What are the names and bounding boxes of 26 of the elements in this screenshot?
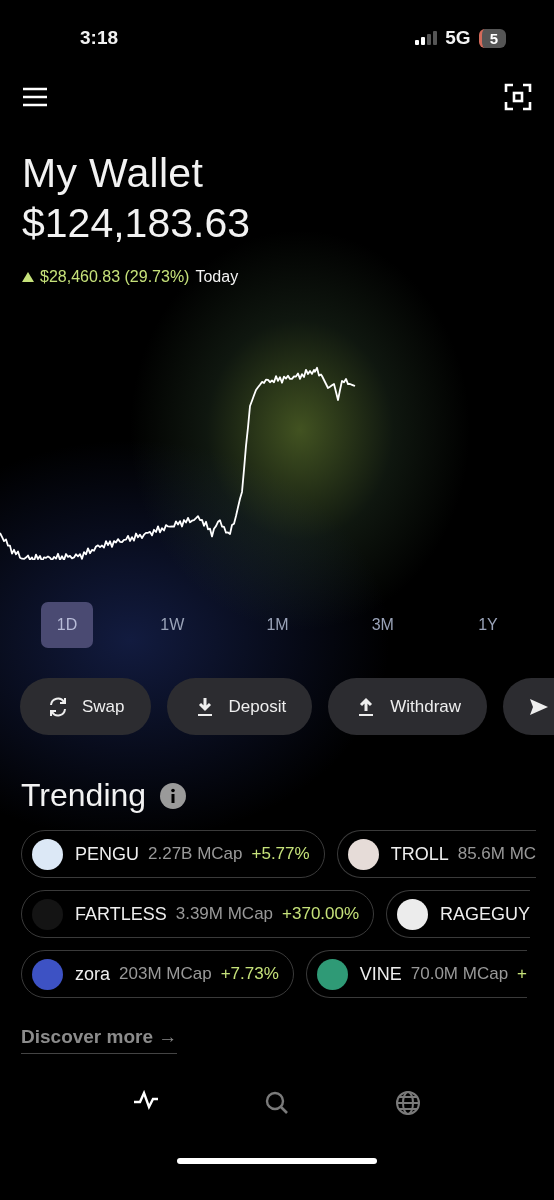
swap-button[interactable]: Swap (20, 678, 151, 735)
scan-icon[interactable] (504, 83, 532, 111)
period-label: Today (195, 268, 239, 286)
range-tab[interactable]: 3M (356, 602, 409, 648)
clock-time: 3:18 (80, 27, 119, 49)
globe-icon (395, 1090, 421, 1116)
up-triangle-icon (22, 272, 34, 282)
deposit-button[interactable]: Deposit (166, 678, 313, 735)
balance-amount: $124,183.63 (22, 199, 251, 248)
network-label: 5G (445, 27, 471, 49)
menu-icon[interactable] (22, 86, 48, 108)
signal-icon (415, 31, 438, 45)
section-title: Trending (21, 777, 147, 814)
change-amount: $28,460.83 (29.73%) (40, 268, 190, 286)
discover-more-link[interactable]: Discover more → (21, 1026, 178, 1054)
withdraw-button[interactable]: Withdraw (328, 678, 488, 735)
info-icon[interactable] (160, 782, 187, 809)
search-icon (264, 1090, 290, 1116)
range-tab[interactable]: 1W (146, 602, 199, 648)
range-tab[interactable]: 1M (251, 602, 304, 648)
range-tab[interactable]: 1D (41, 602, 93, 648)
send-icon (529, 696, 550, 717)
battery-indicator: 5 (478, 28, 506, 48)
swap-icon (48, 696, 68, 717)
range-tab[interactable]: 1Y (462, 602, 514, 648)
wallet-title: My Wallet (22, 149, 205, 198)
